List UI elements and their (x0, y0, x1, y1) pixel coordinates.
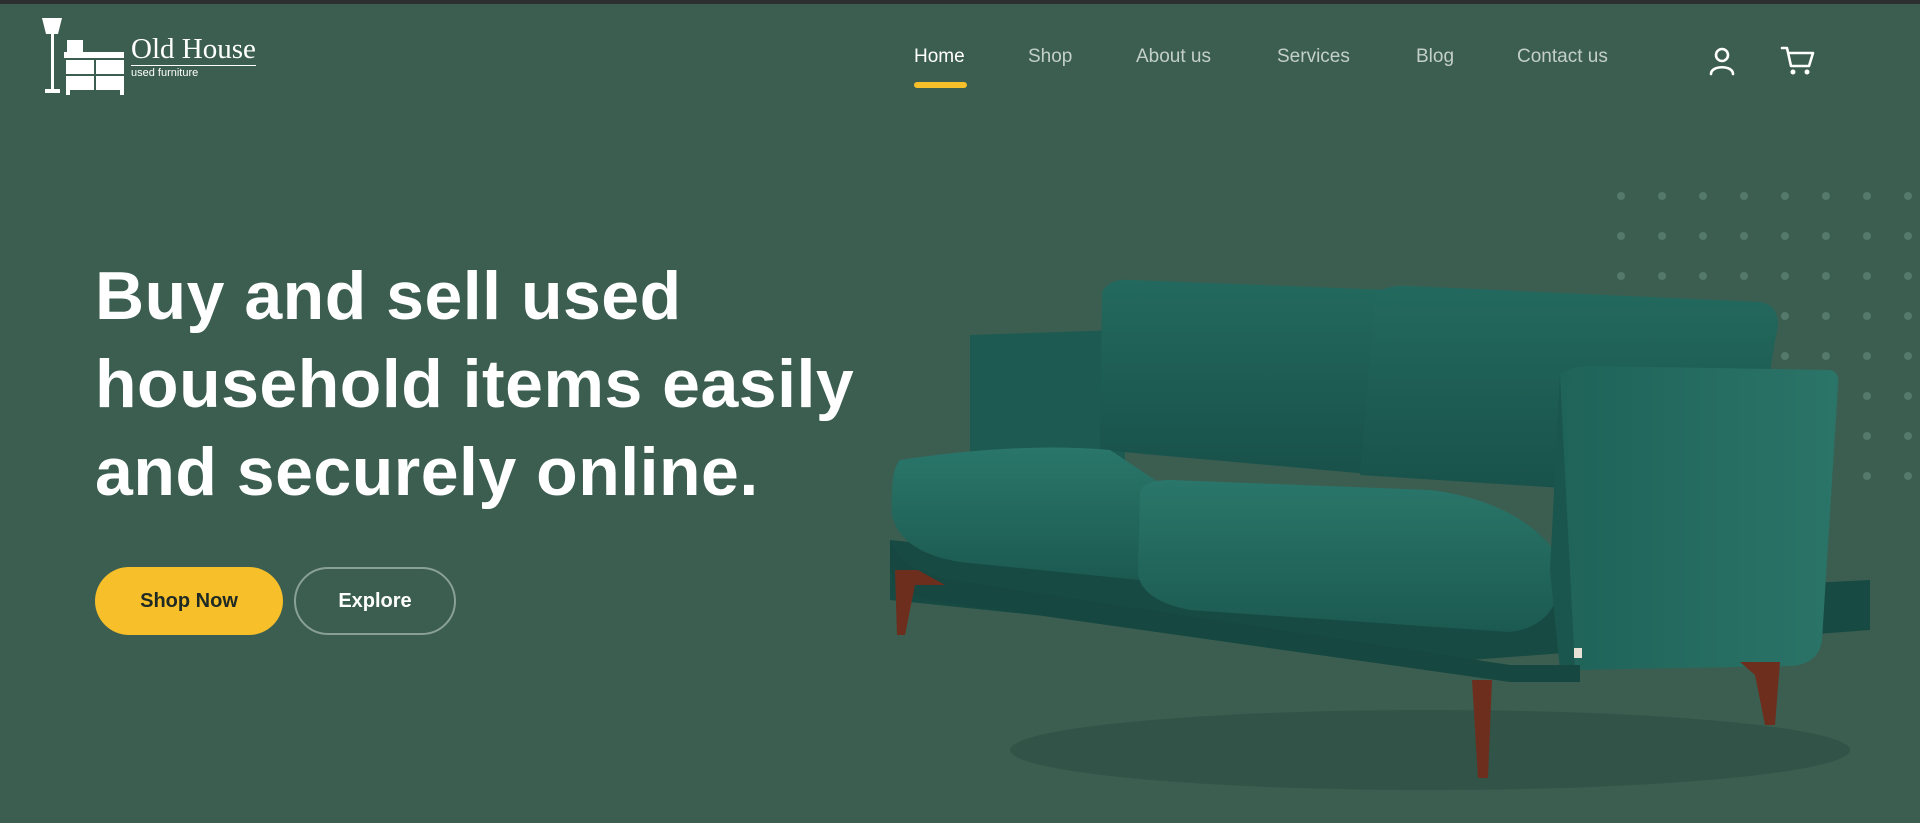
pattern-dot (1904, 472, 1912, 480)
pattern-dot (1658, 232, 1666, 240)
pattern-dot (1740, 232, 1748, 240)
pattern-dot (1904, 192, 1912, 200)
pattern-dot (1740, 192, 1748, 200)
pattern-dot (1699, 232, 1707, 240)
pattern-dot (1904, 312, 1912, 320)
pattern-dot (1863, 232, 1871, 240)
pattern-dot (1904, 392, 1912, 400)
pattern-dot (1781, 232, 1789, 240)
pattern-dot (1781, 192, 1789, 200)
pattern-dot (1658, 192, 1666, 200)
sofa-image (889, 279, 1870, 790)
pattern-dot (1904, 232, 1912, 240)
pattern-dot (1904, 432, 1912, 440)
pattern-dot (1699, 192, 1707, 200)
pattern-dot (1863, 192, 1871, 200)
pattern-dot (1617, 192, 1625, 200)
pattern-dot (1822, 192, 1830, 200)
pattern-dot (1822, 232, 1830, 240)
pattern-dot (1904, 352, 1912, 360)
pattern-dot (1904, 272, 1912, 280)
pattern-dot (1617, 232, 1625, 240)
